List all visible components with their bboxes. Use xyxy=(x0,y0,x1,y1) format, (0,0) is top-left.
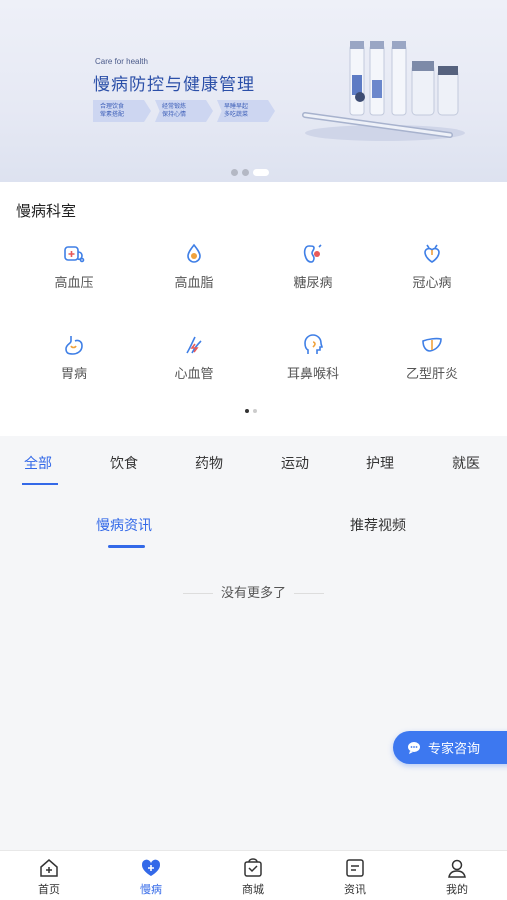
banner-subtitle: Care for health xyxy=(95,57,148,66)
stomach-icon xyxy=(65,336,83,355)
dept-item-ent[interactable]: 耳鼻喉科 xyxy=(263,333,363,382)
banner-tag: 合理饮食 荤素搭配 xyxy=(93,100,151,122)
health-banner[interactable]: Care for health 慢病防控与健康管理 合理饮食 荤素搭配 经常锻炼保… xyxy=(0,0,507,182)
vessel-icon xyxy=(186,336,202,354)
dept-item-diabetes[interactable]: 糖尿病 xyxy=(263,242,363,291)
blood-drop-icon xyxy=(187,243,201,263)
category-tabs: 全部 饮食 药物 运动 护理 就医 xyxy=(0,436,507,488)
tab-exercise[interactable]: 运动 xyxy=(281,453,309,473)
nav-mine[interactable]: 我的 xyxy=(427,857,487,897)
shopping-bag-icon xyxy=(244,858,262,877)
content-area: 慢病资讯 推荐视频 没有更多了 专家咨询 xyxy=(0,500,507,850)
chat-icon xyxy=(408,741,420,754)
banner-dot[interactable] xyxy=(242,169,249,176)
home-icon xyxy=(40,859,58,877)
banner-tags: 合理饮食 荤素搭配 经常锻炼 保持心情 早睡早起 多吃蔬菜 xyxy=(93,100,275,122)
tab-recommended-videos[interactable]: 推荐视频 xyxy=(350,515,406,535)
nav-news[interactable]: 资讯 xyxy=(325,857,385,897)
tab-diet[interactable]: 饮食 xyxy=(110,453,138,473)
dept-item-coronary[interactable]: 冠心病 xyxy=(382,242,482,291)
dept-item-hepatitis-b[interactable]: 乙型肝炎 xyxy=(382,333,482,382)
nav-home[interactable]: 首页 xyxy=(19,857,79,897)
nav-chronic[interactable]: 慢病 xyxy=(121,857,181,897)
banner-dot[interactable] xyxy=(231,169,238,176)
active-tab-indicator xyxy=(22,483,58,485)
page-dot-active[interactable] xyxy=(245,409,249,413)
banner-tag: 早睡早起 多吃蔬菜 xyxy=(217,100,275,122)
tab-medicine[interactable]: 药物 xyxy=(195,453,223,473)
tab-chronic-news[interactable]: 慢病资讯 xyxy=(96,515,152,535)
nav-mall[interactable]: 商城 xyxy=(223,857,283,897)
tab-nursing[interactable]: 护理 xyxy=(366,453,394,473)
blood-pressure-icon xyxy=(64,246,85,263)
divider xyxy=(294,593,324,594)
heart-plus-icon xyxy=(141,859,161,876)
no-more-message: 没有更多了 xyxy=(0,582,507,601)
user-icon xyxy=(448,859,466,878)
dept-item-stomach[interactable]: 胃病 xyxy=(24,333,124,382)
sub-tabs: 慢病资讯 推荐视频 xyxy=(0,500,507,552)
dept-pagination xyxy=(245,409,257,413)
section-title: 慢病科室 xyxy=(16,202,77,220)
active-subtab-indicator xyxy=(108,545,145,548)
kidney-icon xyxy=(303,244,322,263)
page-dot[interactable] xyxy=(253,409,257,413)
banner-dot-active[interactable] xyxy=(253,169,269,176)
dept-item-hyperlipidemia[interactable]: 高血脂 xyxy=(144,242,244,291)
heart-icon xyxy=(424,244,440,263)
tab-medical[interactable]: 就医 xyxy=(452,453,480,473)
dept-item-hypertension[interactable]: 高血压 xyxy=(24,242,124,291)
expert-consult-button[interactable]: 专家咨询 xyxy=(393,731,507,764)
banner-title: 慢病防控与健康管理 xyxy=(93,75,255,95)
divider xyxy=(182,593,213,594)
news-icon xyxy=(346,859,364,877)
tab-all[interactable]: 全部 xyxy=(24,453,52,473)
bottom-navigation: 首页 慢病 商城 资讯 我的 xyxy=(0,850,507,900)
head-icon xyxy=(304,334,323,354)
department-section: 慢病科室 高血压 高血脂 糖尿病 冠心病 胃病 心血管 耳鼻喉科 乙型肝炎 xyxy=(0,182,507,436)
banner-tag: 经常锻炼 保持心情 xyxy=(155,100,213,122)
banner-pagination xyxy=(231,169,269,176)
liver-icon xyxy=(422,337,442,352)
dept-item-cardiovascular[interactable]: 心血管 xyxy=(144,333,244,382)
medicine-vials-image xyxy=(302,41,465,141)
